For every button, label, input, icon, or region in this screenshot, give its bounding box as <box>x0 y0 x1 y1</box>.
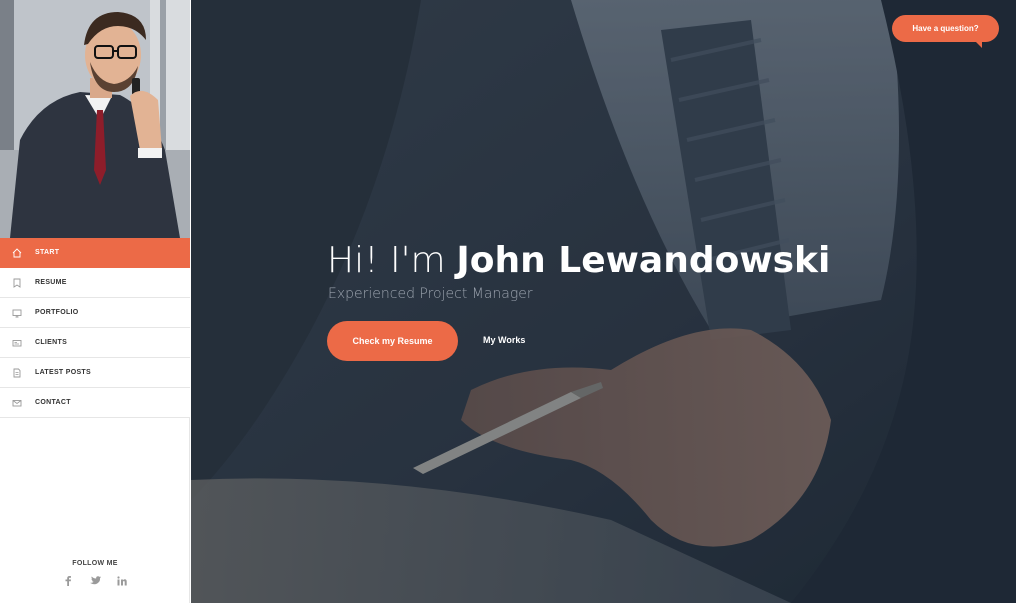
envelope-icon <box>11 397 23 409</box>
linkedin-icon[interactable] <box>117 575 128 586</box>
follow-label: FOLLOW ME <box>72 560 118 567</box>
check-resume-button[interactable]: Check my Resume <box>327 321 458 361</box>
sidebar-item-resume[interactable]: RESUME <box>0 268 190 298</box>
hero-title: Hi! I'm John Lewandowski <box>327 236 830 285</box>
bookmark-icon <box>11 277 23 289</box>
sidebar-item-contact[interactable]: CONTACT <box>0 388 190 418</box>
have-a-question-button[interactable]: Have a question? <box>892 15 999 42</box>
profile-photo <box>0 0 190 238</box>
sidebar: START RESUME PORTFOLIO CLIENTS LATEST PO… <box>0 0 190 603</box>
monitor-icon <box>11 307 23 319</box>
facebook-icon[interactable] <box>63 575 74 586</box>
sidebar-item-label: CLIENTS <box>35 339 68 346</box>
id-card-icon <box>11 337 23 349</box>
document-icon <box>11 367 23 379</box>
question-bubble-tail <box>974 40 982 48</box>
hero-background-image <box>191 0 1016 603</box>
sidebar-item-label: LATEST POSTS <box>35 369 91 376</box>
sidebar-item-start[interactable]: START <box>0 238 190 268</box>
sidebar-item-label: START <box>35 249 60 256</box>
home-icon <box>11 247 23 259</box>
sidebar-item-latest-posts[interactable]: LATEST POSTS <box>0 358 190 388</box>
hero-greeting: Hi! I'm <box>327 240 446 281</box>
sidebar-item-label: PORTFOLIO <box>35 309 79 316</box>
hero-section: Hi! I'm John Lewandowski Experienced Pro… <box>191 0 1016 603</box>
sidebar-item-clients[interactable]: CLIENTS <box>0 328 190 358</box>
sidebar-item-label: CONTACT <box>35 399 71 406</box>
sidebar-item-label: RESUME <box>35 279 67 286</box>
sidebar-item-portfolio[interactable]: PORTFOLIO <box>0 298 190 328</box>
follow-section: FOLLOW ME <box>0 560 190 586</box>
hero-name: John Lewandowski <box>456 240 831 281</box>
social-links <box>0 575 190 586</box>
my-works-link[interactable]: My Works <box>483 335 525 345</box>
hero-subtitle: Experienced Project Manager <box>328 286 533 302</box>
sidebar-nav: START RESUME PORTFOLIO CLIENTS LATEST PO… <box>0 238 190 418</box>
twitter-icon[interactable] <box>89 575 101 586</box>
